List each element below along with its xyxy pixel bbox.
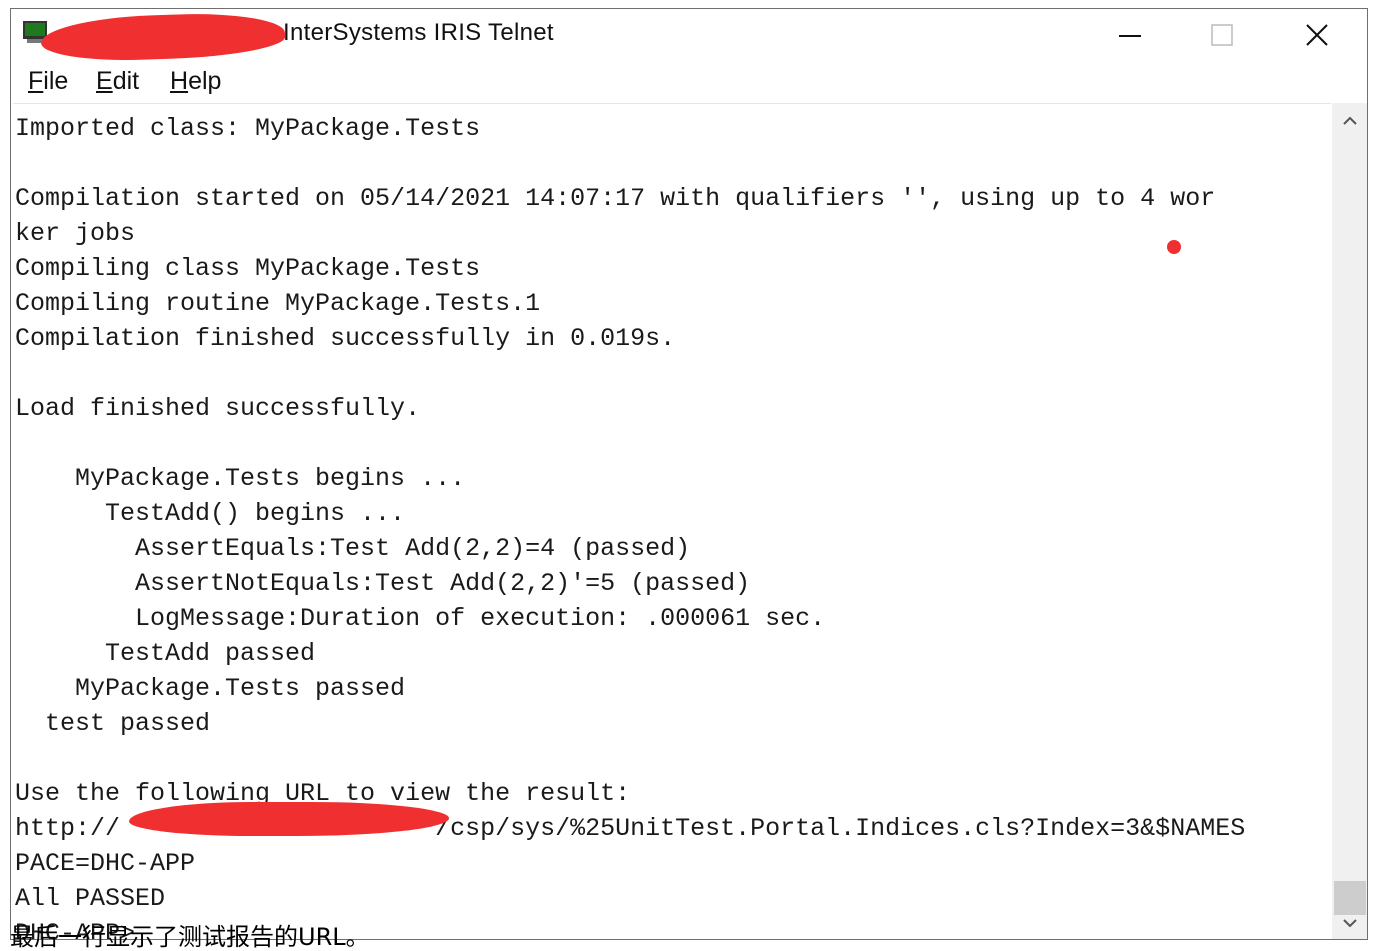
chevron-down-icon — [1343, 919, 1357, 928]
console-output[interactable]: Imported class: MyPackage.Tests Compilat… — [13, 103, 1331, 939]
scroll-down-button[interactable] — [1332, 905, 1367, 939]
window-title: InterSystems IRIS Telnet — [283, 19, 554, 46]
scroll-up-button[interactable] — [1332, 103, 1367, 139]
console-line: ker jobs — [15, 219, 136, 248]
maximize-button[interactable] — [1176, 9, 1268, 61]
menu-edit-rest: dit — [112, 67, 140, 95]
minimize-icon — [1119, 35, 1141, 37]
menu-help-rest: elp — [188, 67, 222, 95]
menu-help-mnemonic: H — [170, 67, 189, 95]
menu-file[interactable]: File — [28, 67, 68, 96]
redaction-mark — [40, 10, 286, 64]
close-icon — [1306, 24, 1328, 46]
console-line: Compilation finished successfully in 0.0… — [15, 324, 676, 353]
telnet-window: InterSystems IRIS Telnet File Edit Help … — [10, 8, 1368, 940]
minimize-button[interactable] — [1084, 9, 1176, 61]
maximize-icon — [1211, 24, 1233, 46]
menu-bar: File Edit Help — [11, 61, 1367, 103]
console-line: test passed — [15, 709, 211, 738]
console-line: Compilation started on 05/14/2021 14:07:… — [15, 184, 1216, 213]
menu-help[interactable]: Help — [170, 67, 221, 96]
console-line: AssertNotEquals:Test Add(2,2)'=5 (passed… — [15, 569, 751, 598]
redaction-mark — [129, 802, 449, 836]
menu-file-mnemonic: F — [28, 67, 44, 95]
menu-file-rest: ile — [43, 67, 69, 95]
title-bar[interactable]: InterSystems IRIS Telnet — [11, 9, 1367, 64]
console-line: Compiling class MyPackage.Tests — [15, 254, 481, 283]
menu-edit-mnemonic: E — [96, 67, 113, 95]
console-line: Compiling routine MyPackage.Tests.1 — [15, 289, 541, 318]
console-line: TestAdd() begins ... — [15, 499, 406, 528]
console-line: Imported class: MyPackage.Tests — [15, 114, 481, 143]
console-line: PACE=DHC-APP — [15, 849, 196, 878]
console-line: All PASSED — [15, 884, 166, 913]
console-line: AssertEquals:Test Add(2,2)=4 (passed) — [15, 534, 691, 563]
red-dot-marker — [1167, 240, 1181, 254]
chevron-up-icon — [1343, 116, 1357, 125]
vertical-scrollbar[interactable] — [1332, 103, 1367, 939]
console-line: LogMessage:Duration of execution: .00006… — [15, 604, 826, 633]
console-line: MyPackage.Tests passed — [15, 674, 406, 703]
console-line: TestAdd passed — [15, 639, 316, 668]
console-line: MyPackage.Tests begins ... — [15, 464, 466, 493]
caption-text: 最后一行显示了测试报告的URL。 — [10, 923, 370, 951]
menu-edit[interactable]: Edit — [96, 67, 139, 96]
close-button[interactable] — [1271, 9, 1363, 61]
console-line: Load finished successfully. — [15, 394, 421, 423]
